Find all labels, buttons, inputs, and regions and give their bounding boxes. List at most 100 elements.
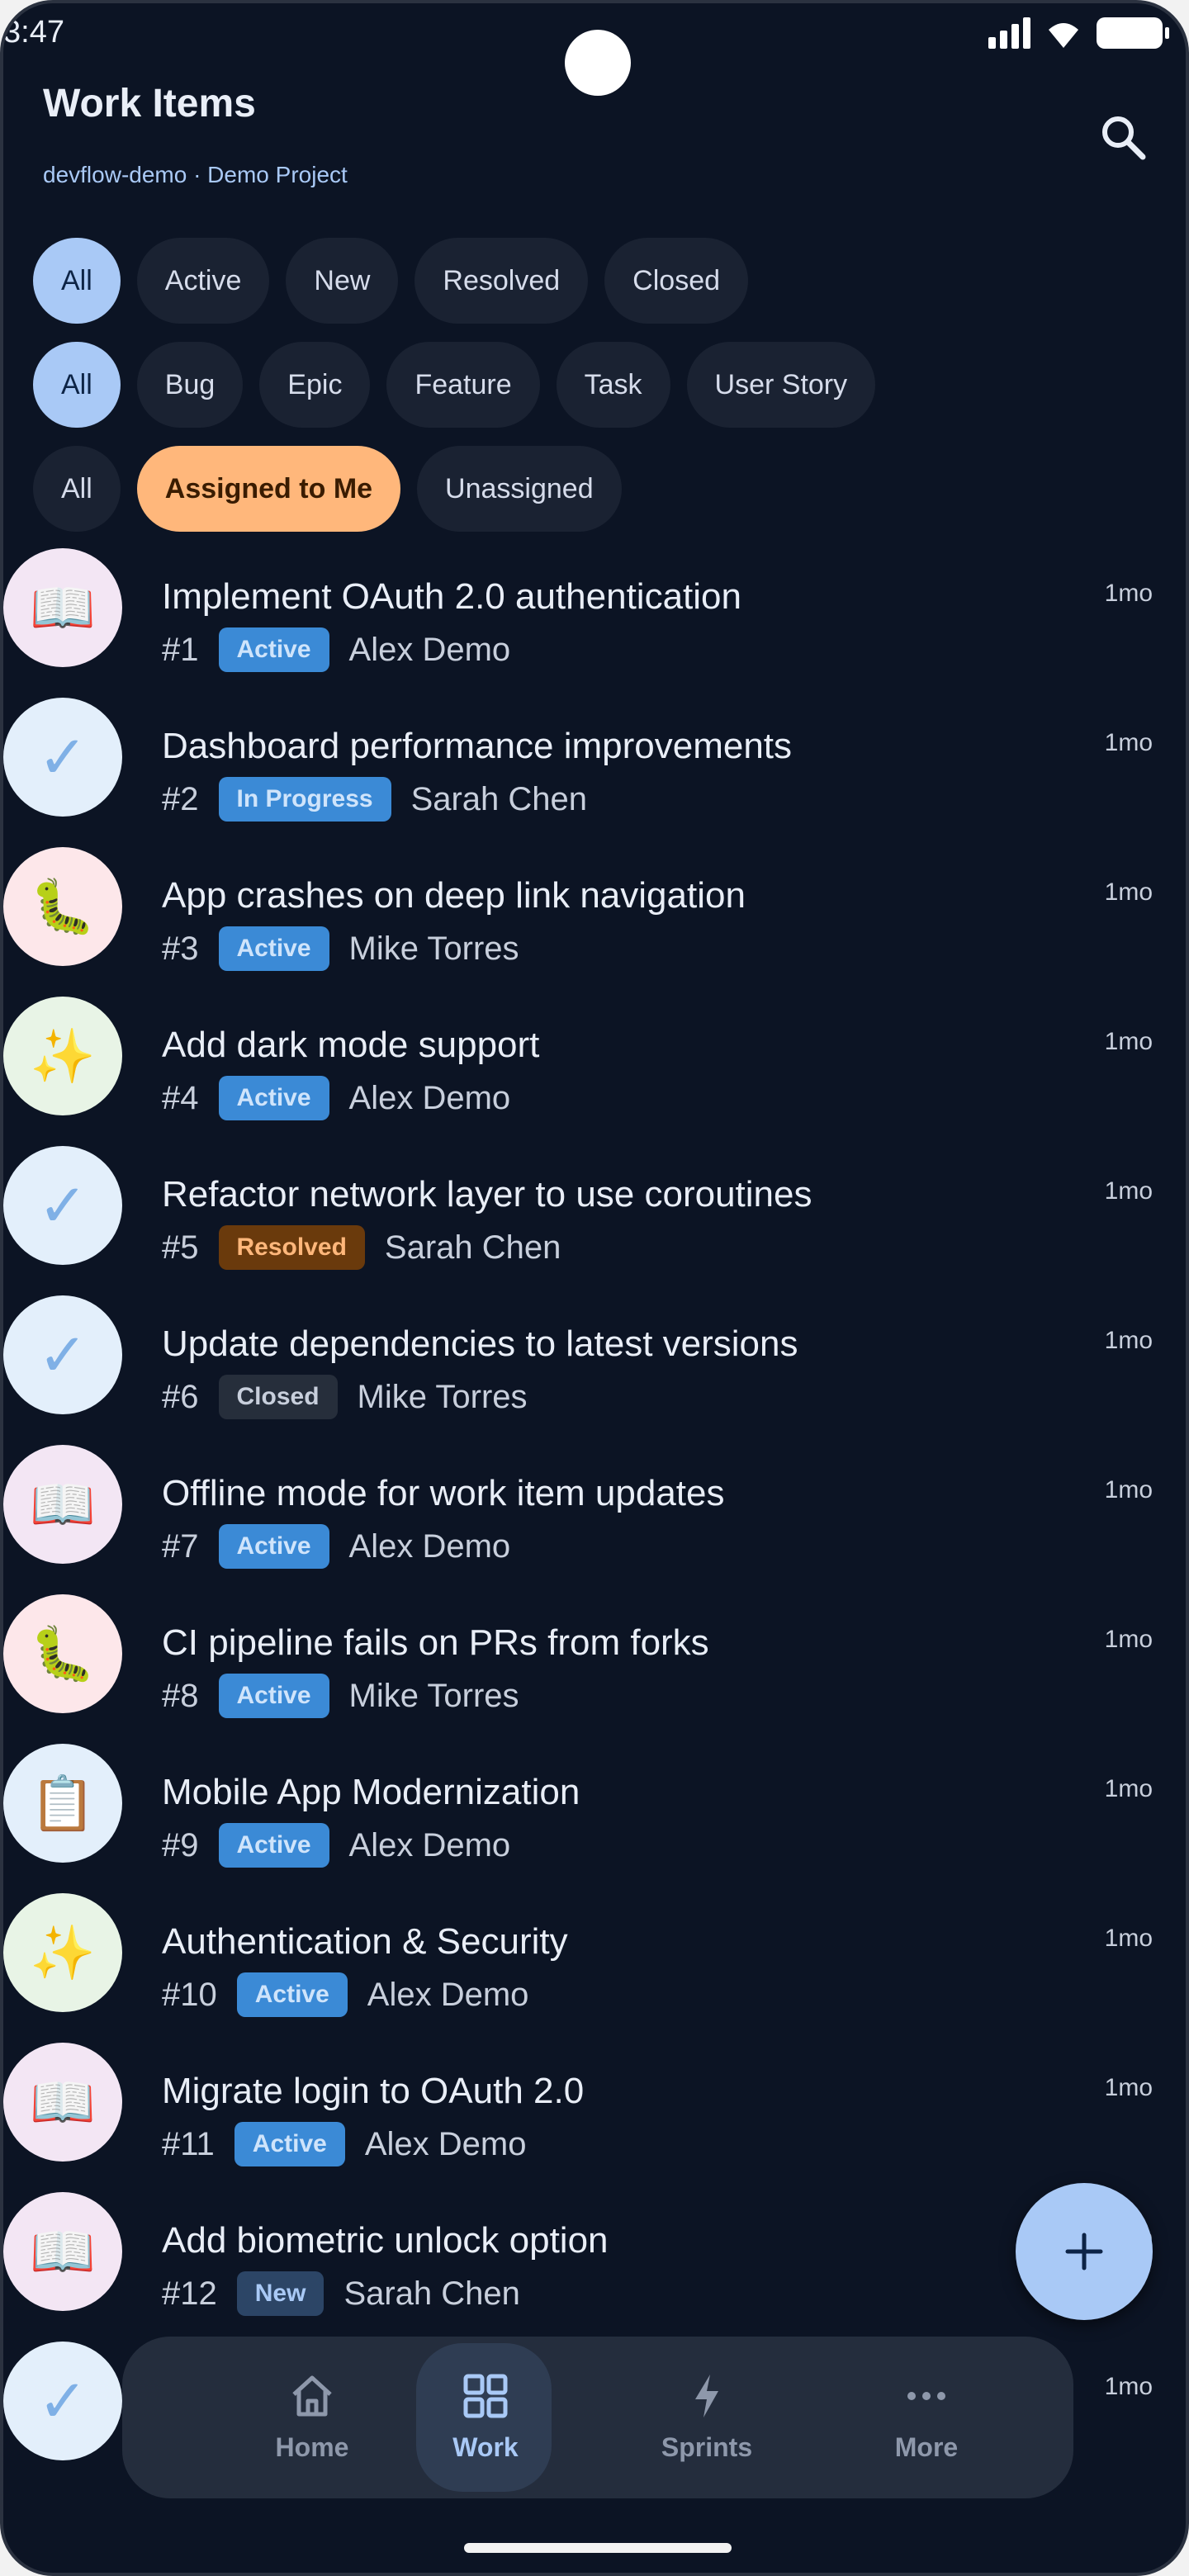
work-item-row[interactable]: 📖 Offline mode for work item updates #7 Act… xyxy=(3,1445,1186,1593)
type-glyph: 📖 xyxy=(30,2221,96,2281)
book-icon: 📖 xyxy=(3,2043,122,2162)
work-item-id: #8 xyxy=(162,1677,199,1714)
filter-chip-type-user-story[interactable]: User Story xyxy=(686,342,876,428)
work-item-row[interactable]: ✓ Dashboard performance improvements #2 In … xyxy=(3,698,1186,846)
filter-chip-state-closed[interactable]: Closed xyxy=(604,238,749,324)
clipboard-icon: 📋 xyxy=(3,1744,122,1863)
home-indicator xyxy=(464,2543,732,2553)
type-glyph: ✓ xyxy=(37,1323,88,1389)
nav-more-label: More xyxy=(894,2432,959,2462)
work-item-row[interactable]: 📋 Mobile App Modernization #9 Active Alex De… xyxy=(3,1744,1186,1892)
work-item-row[interactable]: 🐛 CI pipeline fails on PRs from forks #8 Ac… xyxy=(3,1594,1186,1743)
filter-chip-type-task[interactable]: Task xyxy=(556,342,670,428)
work-item-row[interactable]: 📖 Implement OAuth 2.0 authentication #1 Act… xyxy=(3,548,1186,697)
work-item-assignee: Sarah Chen xyxy=(343,2275,520,2312)
status-icons xyxy=(988,17,1169,50)
work-item-title: Migrate login to OAuth 2.0 xyxy=(162,2071,585,2111)
filter-chip-state-active[interactable]: Active xyxy=(136,238,270,324)
status-badge: Active xyxy=(218,1823,329,1868)
work-item-meta: #3 Active Mike Torres xyxy=(162,926,519,971)
filter-chip-state-all[interactable]: All xyxy=(33,238,121,324)
work-item-age: 1mo xyxy=(1104,2373,1153,2400)
search-button[interactable] xyxy=(1093,107,1153,167)
work-item-id: #5 xyxy=(162,1229,199,1266)
work-item-title: App crashes on deep link navigation xyxy=(162,875,746,916)
status-badge: Active xyxy=(236,1972,348,2017)
work-item-assignee: Alex Demo xyxy=(348,1826,511,1863)
work-item-age: 1mo xyxy=(1104,1925,1153,1952)
nav-more[interactable]: More xyxy=(844,2337,1009,2498)
work-item-row[interactable]: 🐛 App crashes on deep link navigation #3 Ac… xyxy=(3,847,1186,996)
filter-chip-state-new[interactable]: New xyxy=(286,238,399,324)
state-filter-row: All Active New Resolved Closed xyxy=(33,238,749,324)
filter-chip-state-resolved[interactable]: Resolved xyxy=(414,238,589,324)
status-badge: Resolved xyxy=(218,1225,365,1270)
work-item-row[interactable]: ✓ Refactor network layer to use coroutine… xyxy=(3,1146,1186,1295)
work-item-row[interactable]: 📖 Add biometric unlock option #12 New Sarah … xyxy=(3,2192,1186,2341)
checkmark-icon: ✓ xyxy=(3,698,122,817)
checkmark-icon: ✓ xyxy=(3,1146,122,1265)
filter-chip-assignment-unassigned[interactable]: Unassigned xyxy=(417,446,622,532)
assignment-filter-row: All Assigned to Me Unassigned xyxy=(33,446,622,532)
filter-chip-type-all[interactable]: All xyxy=(33,342,121,428)
work-item-row[interactable]: 📖 Migrate login to OAuth 2.0 #11 Active Alex… xyxy=(3,2043,1186,2191)
work-item-title: Authentication & Security xyxy=(162,1921,568,1962)
work-item-row[interactable]: ✓ Update dependencies to latest versions #… xyxy=(3,1295,1186,1444)
work-item-title: Offline mode for work item updates xyxy=(162,1473,725,1513)
work-item-row[interactable]: ✨ Authentication & Security #10 Active Alex … xyxy=(3,1893,1186,2042)
work-item-meta: #4 Active Alex Demo xyxy=(162,1076,510,1120)
filter-chip-type-bug[interactable]: Bug xyxy=(136,342,244,428)
type-glyph: ✨ xyxy=(30,1025,96,1086)
nav-work[interactable]: Work xyxy=(403,2337,568,2498)
work-item-assignee: Alex Demo xyxy=(348,1527,511,1565)
work-item-id: #9 xyxy=(162,1826,199,1863)
work-item-id: #3 xyxy=(162,930,199,967)
work-item-assignee: Alex Demo xyxy=(348,1079,511,1116)
work-item-meta: #1 Active Alex Demo xyxy=(162,627,510,672)
filter-chip-assignment-all[interactable]: All xyxy=(33,446,121,532)
work-item-age: 1mo xyxy=(1104,580,1153,607)
status-badge: Active xyxy=(234,2122,345,2166)
type-glyph: 📖 xyxy=(30,2072,96,2132)
checkmark-icon: ✓ xyxy=(3,1295,122,1414)
status-badge: Active xyxy=(218,1524,329,1569)
nav-work-label: Work xyxy=(452,2432,519,2462)
create-work-item-button[interactable] xyxy=(1016,2183,1153,2320)
nav-sprints[interactable]: Sprints xyxy=(624,2337,789,2498)
work-item-assignee: Sarah Chen xyxy=(384,1229,561,1266)
type-glyph: ✨ xyxy=(30,1922,96,1982)
filter-chip-type-feature[interactable]: Feature xyxy=(386,342,540,428)
work-item-id: #12 xyxy=(162,2275,217,2312)
lightning-icon xyxy=(695,2374,718,2417)
nav-home-label: Home xyxy=(275,2432,349,2462)
sparkles-icon: ✨ xyxy=(3,997,122,1115)
filter-chip-type-epic[interactable]: Epic xyxy=(259,342,371,428)
work-item-title: Add dark mode support xyxy=(162,1025,540,1065)
book-icon: 📖 xyxy=(3,548,122,667)
signal-icon xyxy=(988,17,1030,49)
work-item-id: #6 xyxy=(162,1378,199,1415)
work-item-row[interactable]: ✨ Add dark mode support #4 Active Alex Demo 1… xyxy=(3,997,1186,1145)
work-item-title: Dashboard performance improvements xyxy=(162,726,793,766)
status-badge: Active xyxy=(218,926,329,971)
work-item-meta: #2 In Progress Sarah Chen xyxy=(162,777,587,822)
type-glyph: 📖 xyxy=(30,1474,96,1534)
type-glyph: ✓ xyxy=(37,1173,88,1239)
work-item-assignee: Mike Torres xyxy=(348,1677,519,1714)
work-item-meta: #10 Active Alex Demo xyxy=(162,1972,528,2017)
wifi-icon xyxy=(1049,23,1078,48)
type-glyph: 📖 xyxy=(30,577,96,637)
work-item-title: CI pipeline fails on PRs from forks xyxy=(162,1622,709,1663)
checkmark-icon: ✓ xyxy=(3,2342,122,2460)
type-glyph: 📋 xyxy=(30,1773,96,1833)
status-badge: Closed xyxy=(218,1375,338,1419)
work-item-assignee: Sarah Chen xyxy=(410,780,588,817)
project-subtitle[interactable]: devflow-demo · Demo Project xyxy=(43,162,348,188)
work-item-age: 1mo xyxy=(1104,1626,1153,1653)
nav-home[interactable]: Home xyxy=(230,2337,395,2498)
type-glyph: 🐛 xyxy=(30,1623,96,1683)
nav-sprints-label: Sprints xyxy=(661,2432,753,2462)
more-icon xyxy=(907,2391,945,2400)
work-item-id: #1 xyxy=(162,631,199,668)
filter-chip-assignment-assigned-to-me[interactable]: Assigned to Me xyxy=(136,446,401,532)
